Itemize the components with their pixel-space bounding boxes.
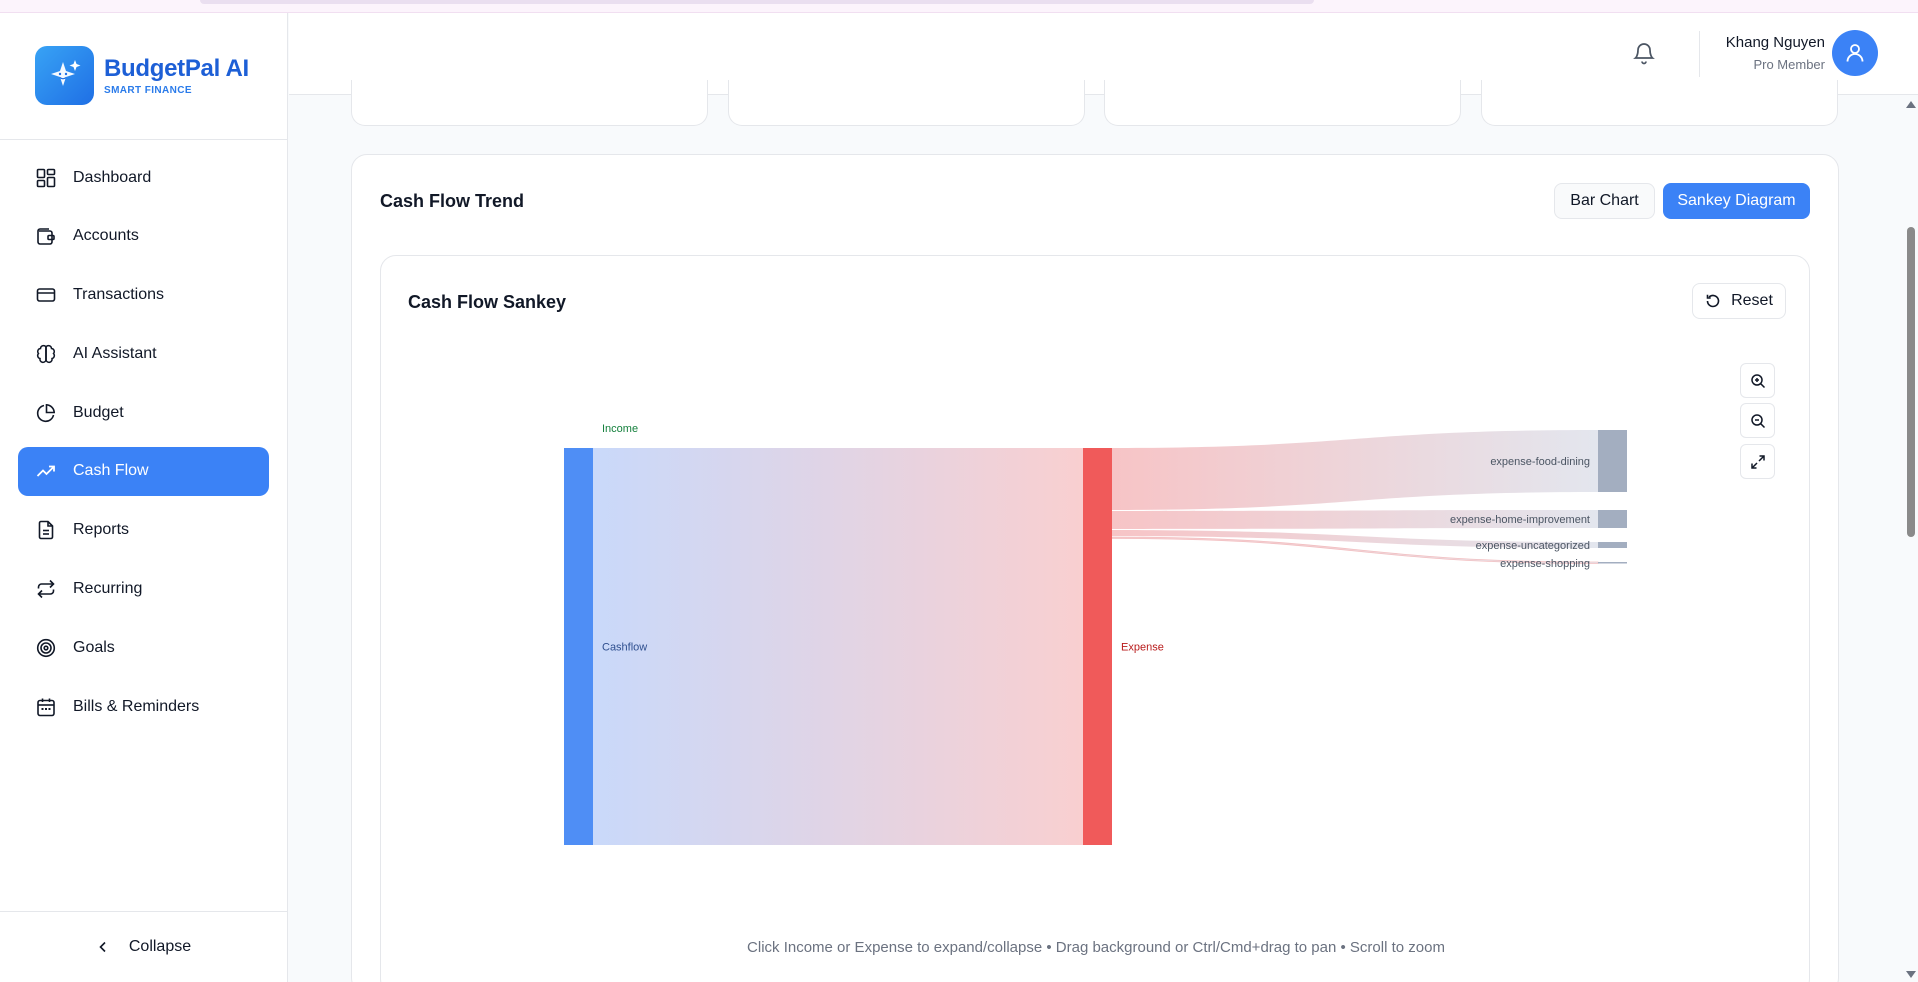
page-scrollbar[interactable] bbox=[1904, 95, 1918, 982]
scroll-down-arrow-icon[interactable] bbox=[1906, 971, 1916, 978]
user-icon bbox=[1846, 44, 1864, 62]
sidebar: BudgetPal AI SMART FINANCE Dashboard Acc… bbox=[0, 13, 288, 982]
brand-name: BudgetPal AI bbox=[104, 55, 249, 82]
sidebar-item-label: Reports bbox=[73, 521, 130, 539]
sankey-category-label: expense-shopping bbox=[1500, 558, 1590, 570]
sankey-link-cashflow-expense bbox=[593, 448, 1083, 845]
sidebar-item-label: Accounts bbox=[73, 227, 139, 245]
sidebar-nav: Dashboard Accounts Transactions AI Assis… bbox=[18, 153, 269, 741]
sankey-diagram[interactable]: expense-food-dining expense-home-improvem… bbox=[381, 256, 1811, 936]
sidebar-item-reports[interactable]: Reports bbox=[18, 506, 269, 555]
sankey-node-category[interactable] bbox=[1598, 562, 1627, 564]
browser-tab-strip bbox=[200, 0, 1314, 4]
node-label-cashflow: Cashflow bbox=[602, 642, 647, 654]
brand-tagline: SMART FINANCE bbox=[104, 85, 192, 96]
sankey-node-category[interactable] bbox=[1598, 430, 1627, 492]
user-name: Khang Nguyen bbox=[1725, 34, 1825, 51]
node-label-income[interactable]: Income bbox=[602, 423, 638, 435]
collapse-button[interactable]: Collapse bbox=[0, 911, 288, 982]
sankey-category-label: expense-food-dining bbox=[1490, 456, 1590, 468]
calendar-icon bbox=[35, 696, 57, 718]
sankey-node-category[interactable] bbox=[1598, 510, 1627, 528]
sidebar-item-label: Dashboard bbox=[73, 168, 152, 186]
collapse-label: Collapse bbox=[128, 938, 192, 955]
sidebar-item-goals[interactable]: Goals bbox=[18, 623, 269, 672]
brain-icon bbox=[35, 343, 57, 365]
avatar[interactable] bbox=[1832, 30, 1878, 76]
chevron-left-icon bbox=[97, 941, 109, 953]
trending-up-icon bbox=[35, 460, 57, 482]
bar-chart-button[interactable]: Bar Chart bbox=[1554, 183, 1655, 219]
stat-card bbox=[728, 80, 1085, 126]
credit-card-icon bbox=[35, 284, 57, 306]
sidebar-item-label: Cash Flow bbox=[73, 462, 149, 480]
sidebar-item-accounts[interactable]: Accounts bbox=[18, 212, 269, 261]
sankey-category-label: expense-home-improvement bbox=[1450, 514, 1590, 526]
sidebar-item-transactions[interactable]: Transactions bbox=[18, 271, 269, 320]
sidebar-item-label: Bills & Reminders bbox=[73, 697, 200, 715]
sidebar-item-bills-reminders[interactable]: Bills & Reminders bbox=[18, 682, 269, 731]
sankey-link-expense-category bbox=[1112, 430, 1598, 510]
sidebar-item-label: Transactions bbox=[73, 286, 164, 304]
node-expense[interactable] bbox=[1083, 448, 1112, 845]
sidebar-item-budget[interactable]: Budget bbox=[18, 388, 269, 437]
stat-card bbox=[1104, 80, 1461, 126]
sankey-card: Cash Flow Sankey Reset expense-food-dini… bbox=[380, 255, 1810, 982]
brand: BudgetPal AI SMART FINANCE bbox=[0, 13, 287, 140]
sankey-hint: Click Income or Expense to expand/collap… bbox=[747, 939, 1445, 956]
sankey-category-label: expense-uncategorized bbox=[1476, 540, 1590, 552]
pie-chart-icon bbox=[35, 402, 57, 424]
scroll-up-arrow-icon[interactable] bbox=[1906, 101, 1916, 108]
sidebar-item-label: Goals bbox=[73, 638, 115, 656]
scroll-thumb[interactable] bbox=[1907, 227, 1915, 537]
stat-card bbox=[1481, 80, 1838, 126]
sankey-diagram-button[interactable]: Sankey Diagram bbox=[1663, 183, 1810, 219]
sidebar-item-label: Recurring bbox=[73, 580, 143, 598]
node-label-expense[interactable]: Expense bbox=[1121, 642, 1164, 654]
header-divider bbox=[1699, 31, 1700, 77]
sidebar-item-cash-flow[interactable]: Cash Flow bbox=[18, 446, 269, 496]
node-cashflow[interactable] bbox=[564, 448, 593, 845]
sparkle-logo-icon bbox=[35, 46, 94, 105]
repeat-icon bbox=[35, 578, 57, 600]
document-icon bbox=[35, 519, 57, 541]
sidebar-item-label: AI Assistant bbox=[73, 344, 157, 362]
sankey-node-category[interactable] bbox=[1598, 542, 1627, 548]
browser-top-strip bbox=[0, 0, 1918, 13]
sidebar-item-recurring[interactable]: Recurring bbox=[18, 565, 269, 614]
panel-title: Cash Flow Trend bbox=[380, 191, 525, 211]
wallet-icon bbox=[35, 225, 57, 247]
user-role: Pro Member bbox=[1753, 57, 1825, 72]
stat-card bbox=[351, 80, 708, 126]
sidebar-item-label: Budget bbox=[73, 403, 124, 421]
cash-flow-trend-panel: Cash Flow Trend Bar Chart Sankey Diagram… bbox=[351, 154, 1839, 982]
sidebar-item-dashboard[interactable]: Dashboard bbox=[18, 153, 269, 202]
sidebar-item-ai-assistant[interactable]: AI Assistant bbox=[18, 329, 269, 378]
target-icon bbox=[35, 637, 57, 659]
dashboard-icon bbox=[35, 167, 57, 189]
bell-icon[interactable] bbox=[1632, 41, 1656, 70]
